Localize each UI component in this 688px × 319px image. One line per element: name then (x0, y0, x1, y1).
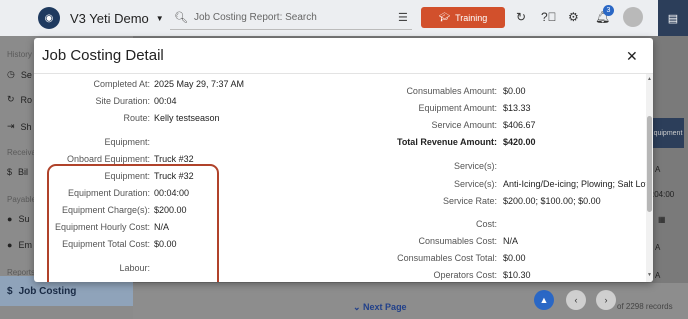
chevron-up-icon: ▲ (539, 295, 549, 305)
sidebar-item-bil[interactable]: $ Bil (7, 167, 28, 177)
equipment-charges-value: $200.00 (154, 205, 187, 215)
table-column-header: quipment (652, 118, 684, 148)
filter-icon[interactable]: ☰ (398, 11, 408, 24)
previous-page-button[interactable]: ‹ (566, 290, 586, 310)
sidebar-item-ro[interactable]: ↻ Ro (7, 94, 32, 105)
completed-at-label: Completed At: (93, 79, 150, 89)
table-cell: A (655, 243, 661, 252)
completed-at-value: 2025 May 29, 7:37 AM (154, 79, 245, 89)
equipment-duration-value: 00:04:00 (154, 188, 190, 198)
scroll-up-arrow-icon[interactable]: ▲ (646, 76, 653, 82)
training-label: Training (455, 12, 488, 23)
service-amount-label: Service Amount: (431, 120, 497, 130)
employee-icon: ● (7, 240, 13, 250)
gear-icon[interactable]: ⚙ (568, 10, 579, 24)
chevron-down-icon[interactable]: ▼ (156, 14, 164, 23)
equipment-charges-label: Equipment Charge(s): (61, 205, 150, 215)
consumables-cost-total-value: $0.00 (503, 253, 526, 263)
equipment-amount-value: $13.33 (503, 103, 531, 113)
records-count: of 2298 records (617, 302, 673, 311)
close-icon[interactable]: ✕ (626, 48, 638, 65)
consumables-cost-value: N/A (503, 236, 519, 246)
chat-icon[interactable]: ▤ (658, 0, 688, 36)
search-input[interactable]: 🔍︎ Job Costing Report: Search (170, 6, 412, 30)
table-cell: :04:00 (652, 190, 675, 199)
services-heading: Service(s): (453, 161, 497, 171)
equipment-heading: Equipment: (104, 137, 150, 147)
equipment-value: Truck #32 (154, 171, 194, 181)
operators-cost-label: Operators Cost: (433, 270, 497, 280)
sidebar-item-se[interactable]: ◷ Se (7, 69, 32, 80)
equipment-duration-label: Equipment Duration: (67, 188, 150, 198)
chevron-right-icon: › (604, 295, 608, 305)
app-logo[interactable]: ◉ (38, 7, 60, 29)
operators-cost-value: $10.30 (503, 270, 531, 280)
services-value: Anti-Icing/De-icing; Plowing; Salt Lot (503, 179, 649, 189)
equipment-hourly-cost-label: Equipment Hourly Cost: (54, 222, 150, 232)
scroll-down-arrow-icon[interactable]: ▼ (646, 272, 653, 278)
consumables-cost-total-label: Consumables Cost Total: (397, 253, 497, 263)
logout-icon: ⇥ (7, 121, 15, 131)
table-cell: A (655, 165, 661, 174)
route-label: Route: (123, 113, 150, 123)
supplier-icon: ● (7, 214, 13, 224)
consumables-amount-value: $0.00 (503, 86, 526, 96)
modal-body: Completed At: 2025 May 29, 7:37 AM Site … (34, 75, 653, 282)
graduation-cap-icon: 🎓︎ (438, 12, 451, 22)
clock-icon: ◷ (7, 69, 15, 79)
equipment-hourly-cost-value: N/A (154, 222, 170, 232)
service-rate-value: $200.00; $100.00; $0.00 (503, 196, 601, 206)
onboard-equipment-value: Truck #32 (154, 154, 194, 164)
search-icon: 🔍︎ (174, 12, 188, 24)
equipment-label: Equipment: (104, 171, 150, 181)
calendar-icon: ▦ (658, 215, 666, 224)
modal-header: Job Costing Detail ✕ (34, 38, 653, 74)
services-label: Service(s): (453, 179, 497, 189)
yeti-logo-icon: ◉ (44, 12, 54, 24)
consumables-cost-label: Consumables Cost: (418, 236, 497, 246)
total-revenue-label: Total Revenue Amount: (396, 137, 497, 147)
site-duration-value: 00:04 (154, 96, 177, 106)
site-duration-label: Site Duration: (95, 96, 150, 106)
consumables-amount-label: Consumables Amount: (406, 86, 497, 96)
route-value: Kelly testseason (154, 113, 220, 123)
next-page-link[interactable]: ⌄ Next Page (353, 302, 407, 313)
service-amount-value: $406.67 (503, 120, 536, 130)
notification-badge: 3 (603, 5, 614, 16)
training-button[interactable]: 🎓︎ Training (421, 7, 505, 28)
sidebar-item-em[interactable]: ● Em (7, 240, 32, 250)
sidebar-item-sh[interactable]: ⇥ Sh (7, 121, 32, 132)
total-revenue-value: $420.00 (503, 137, 536, 147)
top-bar: ◉ V3 Yeti Demo ▼ 🔍︎ Job Costing Report: … (0, 0, 688, 36)
service-rate-label: Service Rate: (442, 196, 497, 206)
chevron-left-icon: ‹ (574, 295, 578, 305)
onboard-equipment-label: Onboard Equipment: (66, 154, 150, 164)
equipment-amount-label: Equipment Amount: (418, 103, 497, 113)
dollar-icon: $ (7, 167, 13, 177)
equipment-total-cost-label: Equipment Total Cost: (62, 239, 150, 249)
next-page-button[interactable]: › (596, 290, 616, 310)
table-cell: A (655, 271, 661, 280)
scrollbar-thumb[interactable] (647, 116, 652, 212)
labour-heading: Labour: (119, 263, 150, 273)
app-title[interactable]: V3 Yeti Demo (70, 11, 149, 26)
cost-heading: Cost: (475, 219, 497, 229)
avatar[interactable] (623, 7, 643, 27)
chevron-down-icon: ⌄ (353, 302, 364, 312)
search-placeholder: Job Costing Report: Search (193, 12, 317, 23)
modal-scrollbar[interactable]: ▲ ▼ (646, 74, 653, 282)
sidebar-section-history: History (7, 50, 32, 59)
help-icon[interactable]: ?⃝ (541, 10, 557, 24)
modal-title: Job Costing Detail (42, 47, 164, 64)
job-costing-icon: $ (7, 285, 13, 297)
route-icon: ↻ (7, 94, 15, 104)
sidebar-item-su[interactable]: ● Su (7, 214, 29, 224)
scroll-top-button[interactable]: ▲ (534, 290, 554, 310)
job-costing-detail-modal: Job Costing Detail ✕ Completed At: 2025 … (34, 38, 653, 282)
equipment-total-cost-value: $0.00 (154, 239, 177, 249)
refresh-icon[interactable]: ↻ (516, 10, 526, 24)
